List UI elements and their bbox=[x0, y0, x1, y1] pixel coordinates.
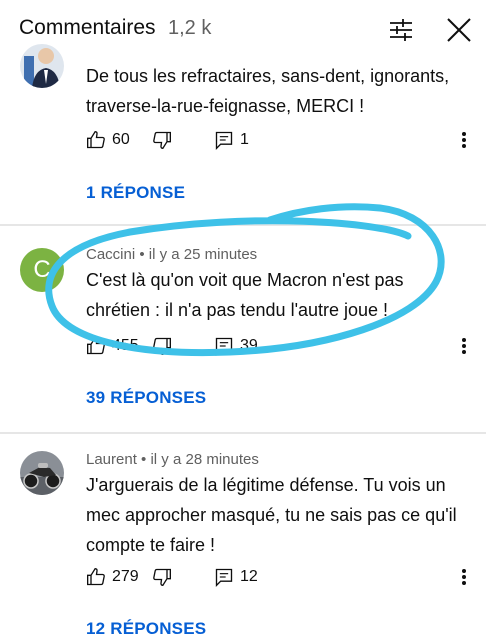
comment-item: C Caccini • il y a 25 minutes C'est là q… bbox=[0, 226, 486, 432]
comment-actions: 279 12 bbox=[86, 565, 476, 589]
thumbs-up-icon bbox=[87, 336, 105, 355]
thumbs-up-icon bbox=[87, 130, 105, 149]
more-options-button[interactable] bbox=[455, 565, 473, 589]
comment-text-line: J'arguerais de la légitime défense. Tu v… bbox=[86, 475, 446, 495]
dislike-button[interactable] bbox=[152, 128, 172, 152]
thumbs-down-icon bbox=[153, 337, 171, 356]
comment-text-line: De tous les refractaires, sans-dent, ign… bbox=[86, 66, 450, 86]
view-replies-button[interactable]: 12 RÉPONSES bbox=[86, 619, 206, 639]
comment-meta: Laurent • il y a 28 minutes bbox=[86, 451, 259, 468]
comment-text: C'est là qu'on voit que Macron n'est pas… bbox=[86, 265, 458, 325]
avatar-letter: C bbox=[33, 256, 51, 283]
meta-separator: • bbox=[139, 246, 149, 263]
view-replies-button[interactable]: 39 RÉPONSES bbox=[86, 388, 206, 408]
dislike-button[interactable] bbox=[152, 334, 172, 358]
like-button[interactable]: 60 bbox=[86, 128, 130, 152]
user-photo-icon bbox=[20, 44, 64, 88]
thumbs-up-icon bbox=[87, 567, 105, 586]
thumbs-down-icon bbox=[153, 568, 171, 587]
comment-bubble-icon bbox=[215, 131, 233, 150]
thumbs-down-icon bbox=[153, 131, 171, 150]
comment-time: il y a 25 minutes bbox=[148, 246, 258, 263]
reply-button[interactable]: 39 bbox=[214, 334, 258, 358]
comment-text-line: chrétien : il n'a pas tendu l'autre joue… bbox=[86, 300, 389, 320]
like-button[interactable]: 455 bbox=[86, 334, 139, 358]
author-name[interactable]: Laurent bbox=[86, 451, 137, 468]
motorcycle-photo-icon bbox=[20, 451, 64, 495]
comment-time: il y a 28 minutes bbox=[150, 451, 259, 468]
more-options-button[interactable] bbox=[455, 334, 473, 358]
like-count: 455 bbox=[112, 337, 139, 354]
comment-item: De tous les refractaires, sans-dent, ign… bbox=[0, 0, 486, 226]
comment-text-line: compte te faire ! bbox=[86, 535, 216, 555]
avatar[interactable] bbox=[20, 44, 64, 88]
like-button[interactable]: 279 bbox=[86, 565, 139, 589]
comment-text-line: C'est là qu'on voit que Macron n'est pas bbox=[86, 270, 404, 290]
reply-count: 39 bbox=[240, 337, 258, 354]
more-vertical-icon bbox=[462, 338, 466, 354]
comment-meta: Caccini • il y a 25 minutes bbox=[86, 246, 257, 263]
comment-text-line: traverse-la-rue-feignasse, MERCI ! bbox=[86, 96, 365, 116]
reply-count: 1 bbox=[240, 131, 249, 148]
like-count: 279 bbox=[112, 568, 139, 585]
comment-text: De tous les refractaires, sans-dent, ign… bbox=[86, 61, 458, 121]
comment-actions: 455 39 bbox=[86, 334, 476, 358]
reply-button[interactable]: 12 bbox=[214, 565, 258, 589]
comment-text-line: mec approcher masqué, tu ne sais pas ce … bbox=[86, 505, 457, 525]
author-name[interactable]: Caccini bbox=[86, 246, 135, 263]
like-count: 60 bbox=[112, 131, 130, 148]
more-options-button[interactable] bbox=[455, 128, 473, 152]
view-replies-button[interactable]: 1 RÉPONSE bbox=[86, 183, 185, 203]
comment-actions: 60 1 bbox=[86, 128, 476, 152]
avatar[interactable]: C bbox=[20, 248, 64, 292]
reply-button[interactable]: 1 bbox=[214, 128, 249, 152]
more-vertical-icon bbox=[462, 569, 466, 585]
avatar[interactable] bbox=[20, 451, 64, 495]
reply-count: 12 bbox=[240, 568, 258, 585]
comment-bubble-icon bbox=[215, 568, 233, 587]
dislike-button[interactable] bbox=[152, 565, 172, 589]
comment-item: Laurent • il y a 28 minutes J'arguerais … bbox=[0, 434, 486, 640]
comment-text: J'arguerais de la légitime défense. Tu v… bbox=[86, 470, 458, 560]
more-vertical-icon bbox=[462, 132, 466, 148]
comment-bubble-icon bbox=[215, 337, 233, 356]
